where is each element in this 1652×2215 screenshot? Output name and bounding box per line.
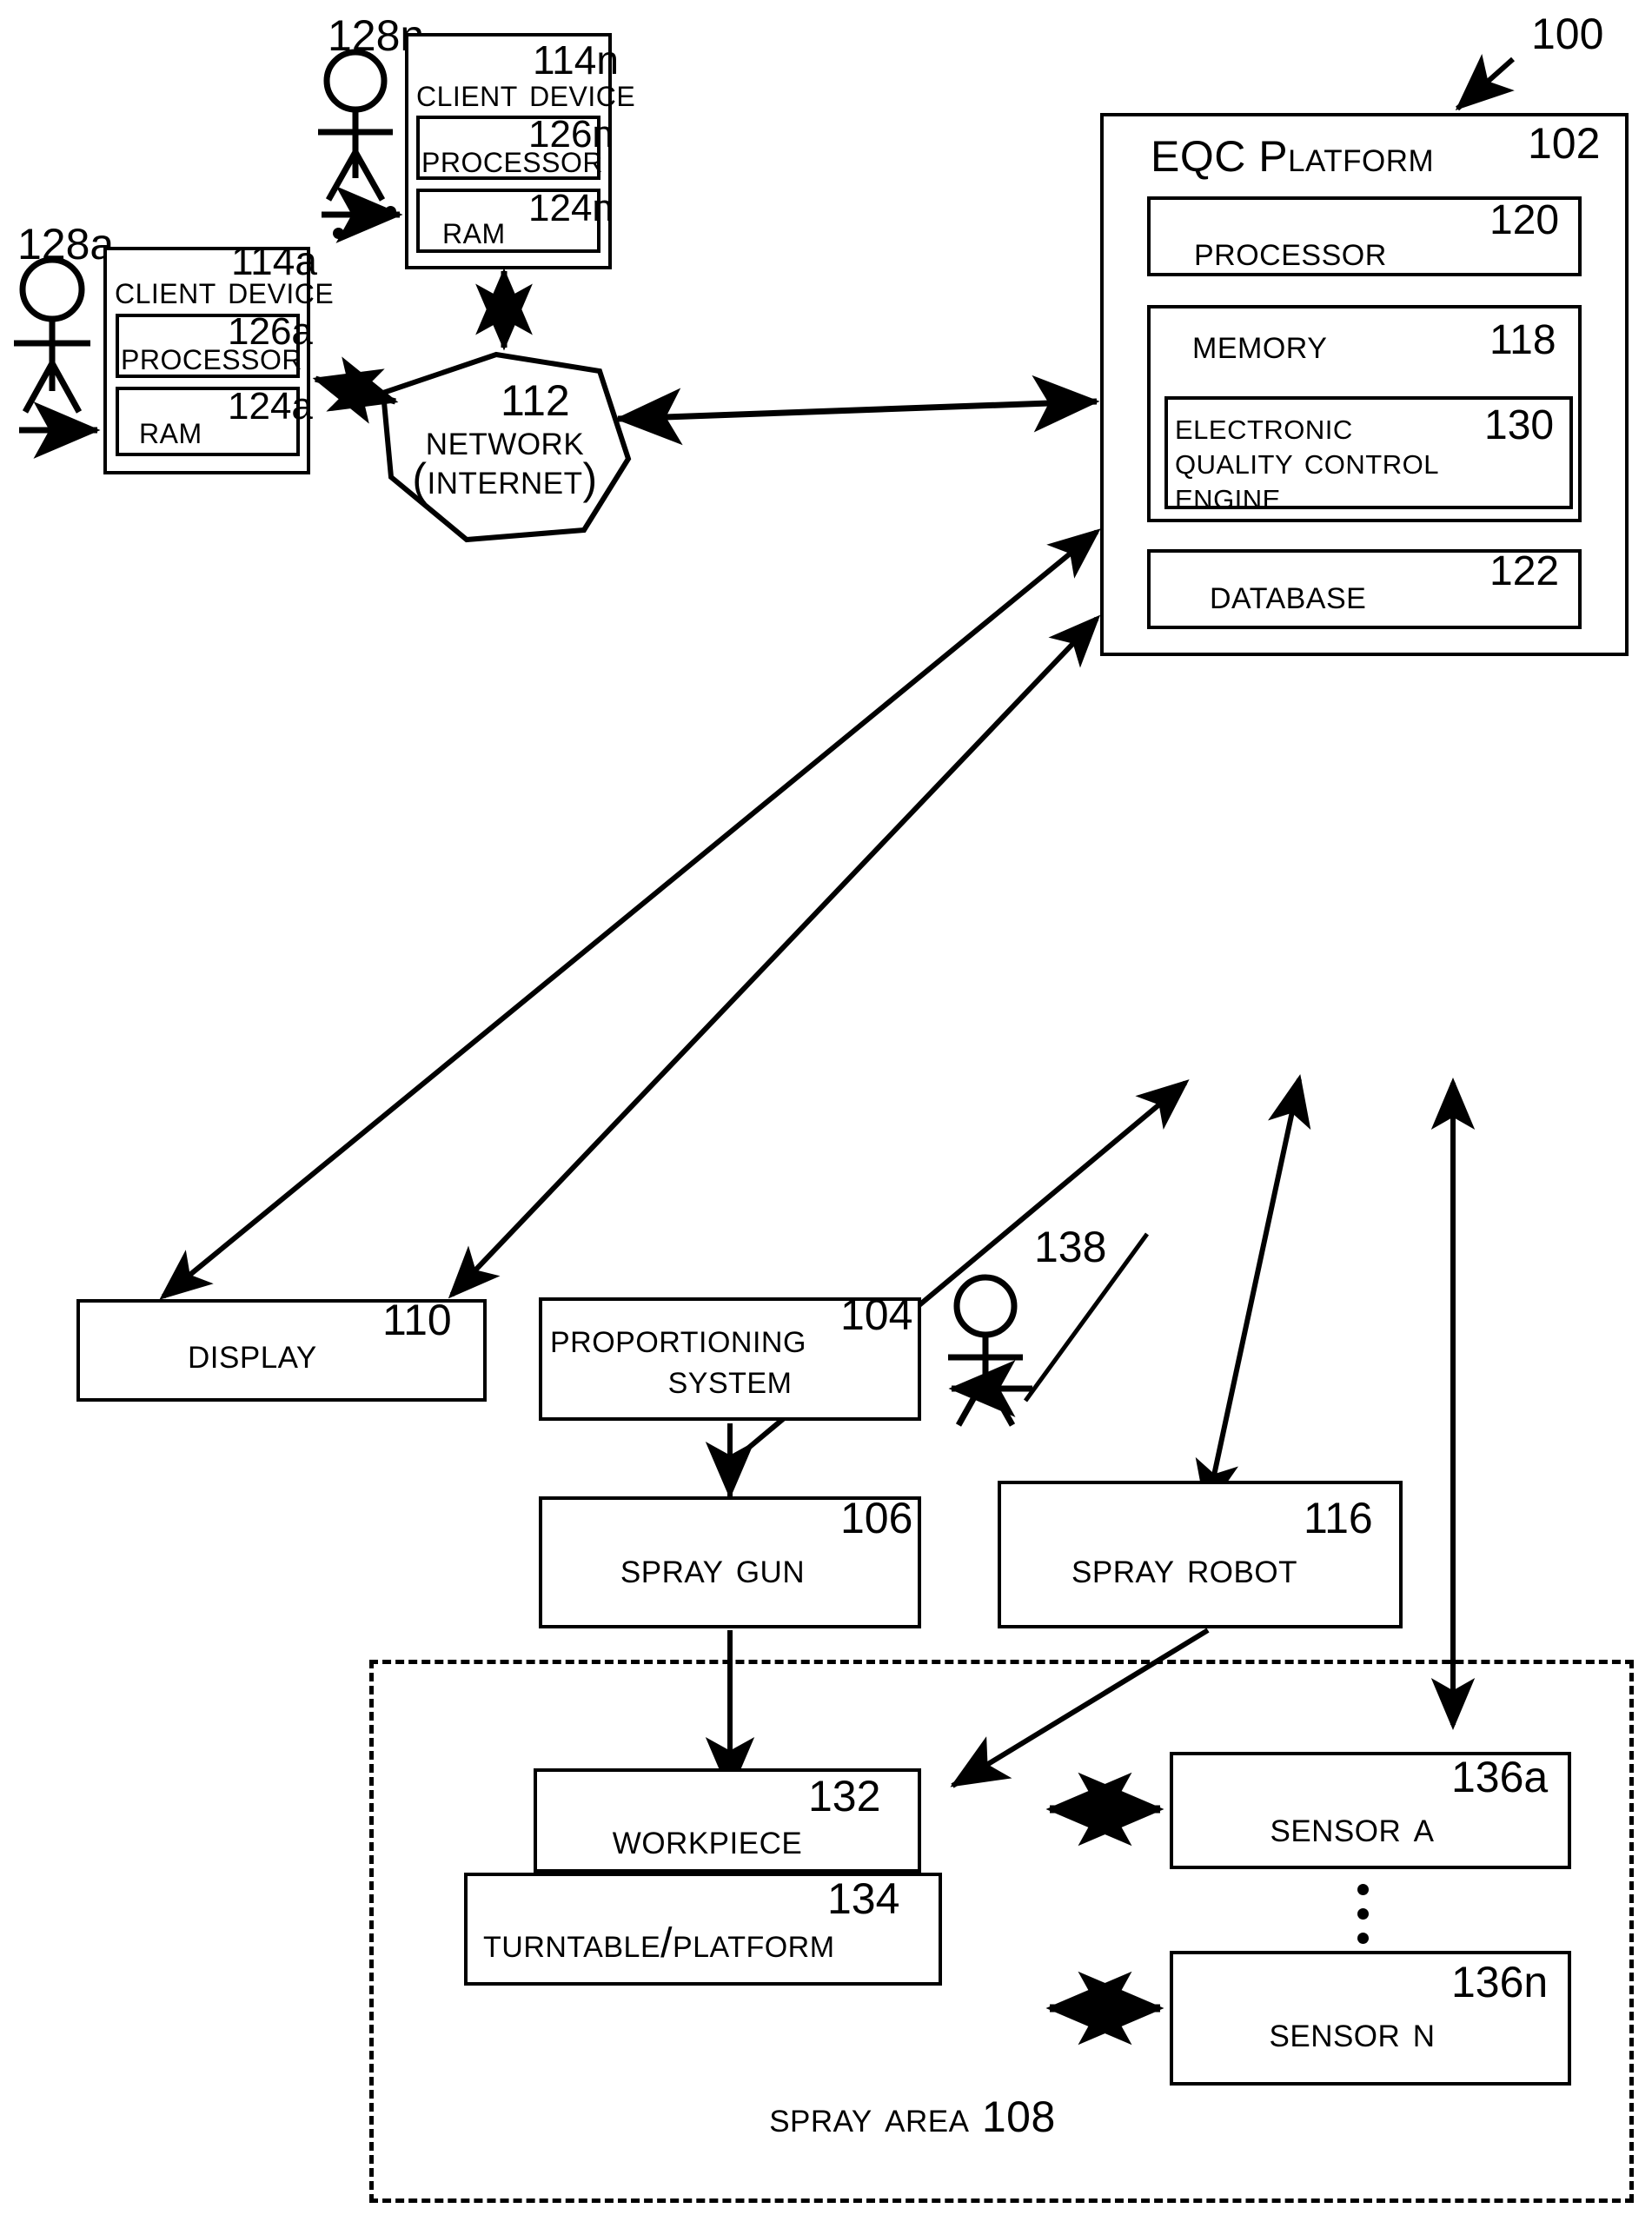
client-device-a-ram-ref: 124a — [228, 385, 313, 428]
proportioning-system-ref: 104 — [840, 1290, 913, 1339]
eqc-engine-ref: 130 — [1484, 402, 1555, 448]
eqc-platform-ref: 102 — [1528, 119, 1601, 168]
client-device-n-ram-label: Ram — [442, 207, 506, 252]
link-eqc-proportioning — [448, 614, 1101, 1299]
sensor-ellipsis-dot — [1357, 1933, 1369, 1944]
eqc-processor-label: Processor — [1194, 229, 1387, 275]
link-network-eqc — [614, 375, 1100, 446]
eqc-processor-ref: 120 — [1489, 197, 1560, 243]
spray-area-label: Spray Area 108 — [769, 2092, 1056, 2141]
ellipsis-dot — [385, 206, 396, 217]
system-ref-label: 100 — [1531, 10, 1604, 58]
actor-138-stick-figure — [948, 1274, 1023, 1427]
ellipsis-dot — [333, 228, 344, 239]
spray-gun-label: Spray Gun — [620, 1543, 806, 1592]
link-eqc-display — [159, 528, 1101, 1300]
spray-gun-ref: 106 — [840, 1494, 913, 1542]
spray-robot-label: Spray Robot — [1071, 1543, 1297, 1592]
system-ref-arrow — [1455, 54, 1515, 111]
eqc-database-ref: 122 — [1489, 548, 1560, 594]
workpiece-label: Workpiece — [612, 1814, 803, 1863]
client-device-n-ram-ref: 124n — [528, 187, 614, 229]
client-device-n-processor-label: Processor — [421, 136, 603, 181]
workpiece-ref: 132 — [808, 1772, 881, 1820]
network-label-line2: (Internet) — [412, 454, 598, 503]
eqc-memory-ref: 118 — [1489, 317, 1556, 363]
sensor-a-label: Sensor a — [1270, 1802, 1435, 1851]
sensor-ellipsis-dot — [1357, 1884, 1369, 1895]
link-sprayarea-eqc — [1195, 1074, 1311, 1513]
client-device-n-title: Client Device — [416, 70, 636, 115]
spray-robot-ref: 116 — [1304, 1494, 1373, 1542]
client-device-a-title: Client Device — [115, 267, 335, 312]
patent-figure: 100 128n 128a 138 114n Client Device 126… — [0, 0, 1652, 2215]
display-ref: 110 — [382, 1296, 452, 1344]
sensor-n-ref: 136n — [1451, 1958, 1549, 2006]
client-device-a-processor-label: Processor — [121, 333, 302, 378]
proportioning-system-line1: Proportioning — [550, 1316, 806, 1362]
sensor-n-label: Sensor n — [1269, 2007, 1436, 2056]
eqc-memory-label: Memory — [1192, 322, 1328, 368]
sensor-a-ref: 136a — [1451, 1753, 1549, 1801]
ellipsis-dot — [359, 216, 370, 228]
actor-128n-stick-figure — [318, 49, 393, 202]
actor-128a-ref: 128a — [17, 220, 115, 269]
eqc-engine-line3: Engine — [1175, 474, 1281, 517]
actor-128a-stick-figure — [14, 256, 90, 414]
eqc-platform-title: EQC Platform — [1151, 132, 1435, 181]
sensor-ellipsis-dot — [1357, 1908, 1369, 1920]
turntable-label: Turntable/platform — [483, 1920, 835, 1966]
proportioning-system-line2: System — [667, 1356, 793, 1403]
actor-138-ref: 138 — [1034, 1223, 1107, 1271]
display-label: Display — [188, 1329, 317, 1377]
eqc-database-label: Database — [1210, 572, 1367, 618]
turntable-ref: 134 — [827, 1874, 900, 1923]
client-device-a-ram-label: Ram — [139, 407, 202, 452]
